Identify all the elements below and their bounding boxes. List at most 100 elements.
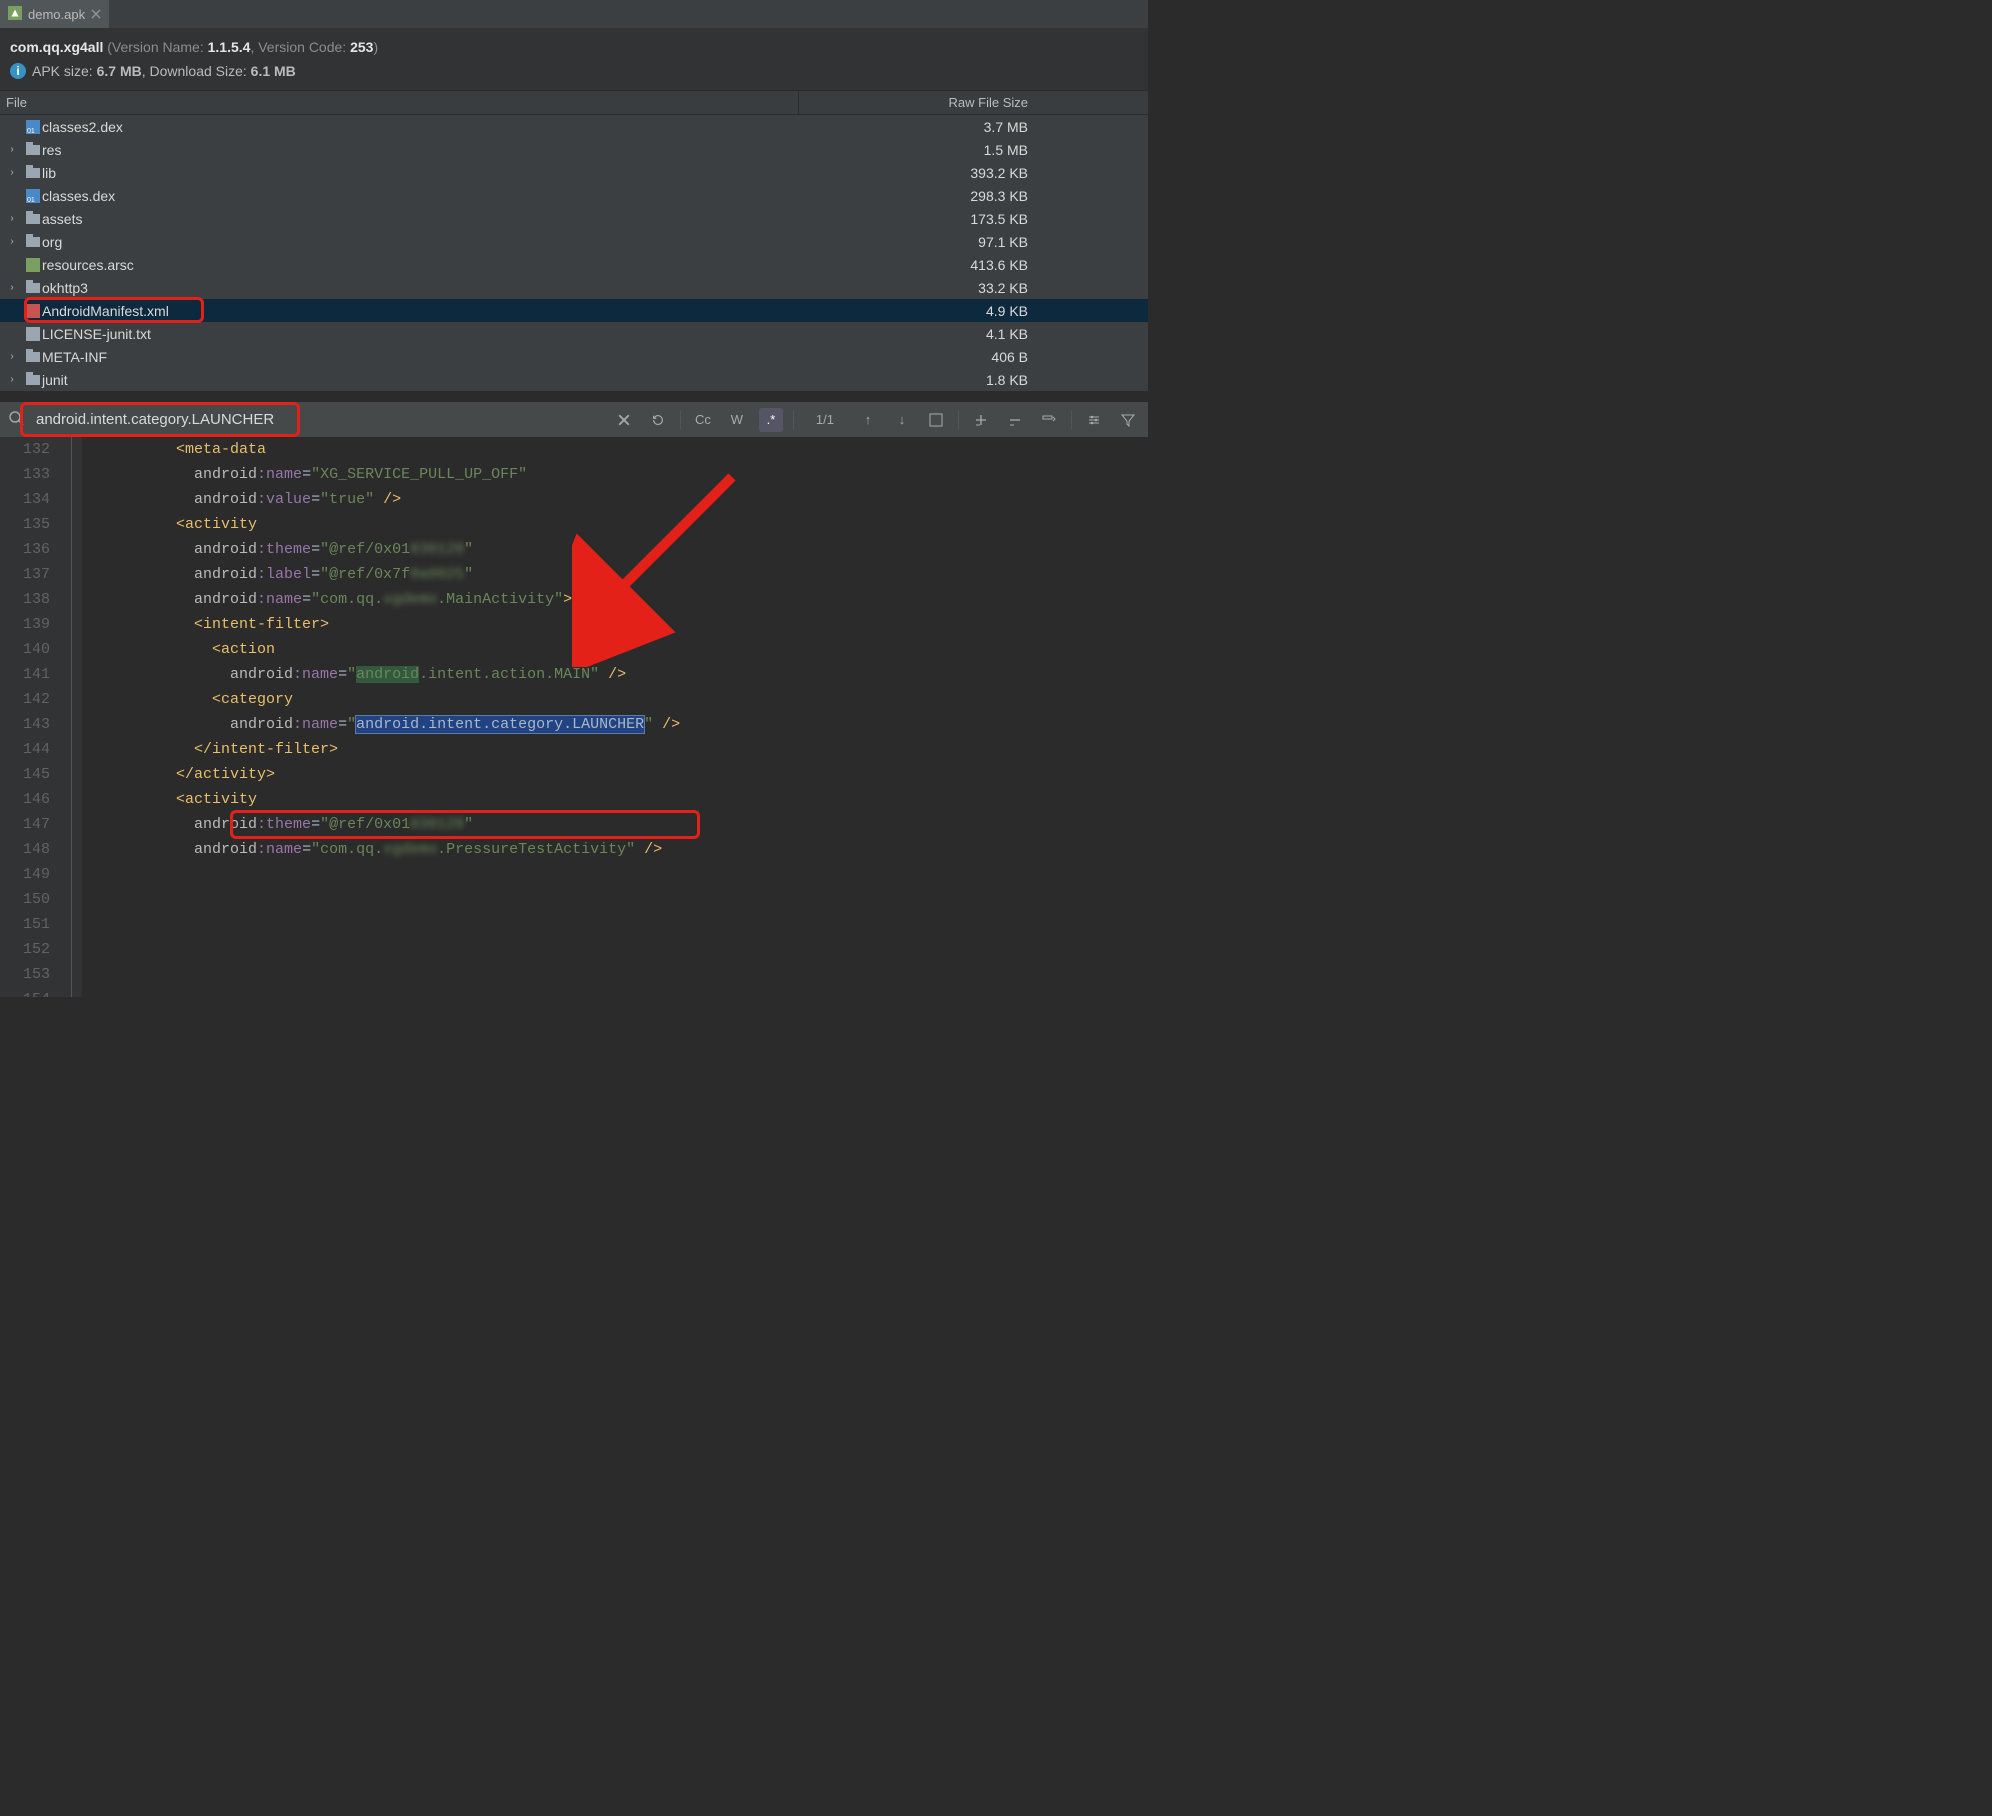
- line-number: 138: [0, 587, 50, 612]
- file-list-header: File Raw File Size: [0, 90, 1148, 115]
- txt-icon: [24, 327, 42, 341]
- line-number: 136: [0, 537, 50, 562]
- line-number: 143: [0, 712, 50, 737]
- file-row[interactable]: LICENSE-junit.txt4.1 KB: [0, 322, 1148, 345]
- next-match-icon[interactable]: ↓: [890, 408, 914, 432]
- apk-info-header: com.qq.xg4all (Version Name: 1.1.5.4, Ve…: [0, 28, 1148, 90]
- code-line[interactable]: android:label="@ref/0x7f0a0025": [86, 562, 1148, 587]
- file-row[interactable]: resources.arsc413.6 KB: [0, 253, 1148, 276]
- code-line[interactable]: <meta-data: [86, 437, 1148, 462]
- file-name: res: [42, 142, 798, 158]
- file-name: assets: [42, 211, 798, 227]
- code-line[interactable]: <activity: [86, 512, 1148, 537]
- code-line[interactable]: android:name="com.qq.xgdemo.MainActivity…: [86, 587, 1148, 612]
- expand-chevron-icon[interactable]: ›: [0, 213, 24, 224]
- folder-icon: [24, 214, 42, 224]
- expand-chevron-icon[interactable]: ›: [0, 144, 24, 155]
- file-size: 298.3 KB: [798, 188, 1148, 204]
- code-line[interactable]: <intent-filter>: [86, 612, 1148, 637]
- expand-chevron-icon[interactable]: ›: [0, 374, 24, 385]
- code-editor[interactable]: 1321331341351361371381391401411421431441…: [0, 437, 1148, 997]
- file-size: 4.9 KB: [798, 303, 1148, 319]
- file-name: META-INF: [42, 349, 798, 365]
- filter-icon[interactable]: [1116, 408, 1140, 432]
- code-line[interactable]: android:name="android.intent.action.MAIN…: [86, 662, 1148, 687]
- fold-column[interactable]: [62, 437, 82, 997]
- code-line[interactable]: android:name="com.qq.xgdemo.PressureTest…: [86, 837, 1148, 862]
- line-number: 132: [0, 437, 50, 462]
- file-row[interactable]: ›org97.1 KB: [0, 230, 1148, 253]
- file-row[interactable]: AndroidManifest.xml4.9 KB: [0, 299, 1148, 322]
- code-line[interactable]: android:name="android.intent.category.LA…: [86, 712, 1148, 737]
- tab-label: demo.apk: [28, 7, 85, 22]
- apk-size: 6.7 MB: [97, 63, 142, 79]
- file-row[interactable]: ›junit1.8 KB: [0, 368, 1148, 391]
- match-case-button[interactable]: Cc: [691, 408, 715, 432]
- search-bar: Cc W .* 1/1 ↑ ↓: [0, 401, 1148, 437]
- download-size: 6.1 MB: [251, 63, 296, 79]
- folder-icon: [24, 283, 42, 293]
- clear-search-icon[interactable]: [612, 408, 636, 432]
- folder-icon: [24, 145, 42, 155]
- file-name: AndroidManifest.xml: [42, 303, 798, 319]
- file-row[interactable]: › res1.5 MB: [0, 138, 1148, 161]
- code-line[interactable]: android:value="true" />: [86, 487, 1148, 512]
- code-line[interactable]: <activity: [86, 787, 1148, 812]
- line-number: 139: [0, 612, 50, 637]
- words-button[interactable]: W: [725, 408, 749, 432]
- folder-icon: [24, 352, 42, 362]
- tab-demo-apk[interactable]: demo.apk: [0, 0, 109, 28]
- file-row[interactable]: classes2.dex3.7 MB: [0, 115, 1148, 138]
- expand-chevron-icon[interactable]: ›: [0, 351, 24, 362]
- file-size: 173.5 KB: [798, 211, 1148, 227]
- prev-match-icon[interactable]: ↑: [856, 408, 880, 432]
- folder-icon: [24, 168, 42, 178]
- file-size: 413.6 KB: [798, 257, 1148, 273]
- col-size[interactable]: Raw File Size: [798, 91, 1148, 114]
- file-list: classes2.dex3.7 MB › res1.5 MB ›lib393.2 KB…: [0, 115, 1148, 391]
- match-count: 1/1: [804, 412, 846, 427]
- close-icon[interactable]: [91, 7, 101, 22]
- file-row[interactable]: classes.dex298.3 KB: [0, 184, 1148, 207]
- folder-icon: [24, 237, 42, 247]
- package-name: com.qq.xg4all: [10, 39, 103, 55]
- col-file[interactable]: File: [0, 91, 798, 114]
- line-number: 144: [0, 737, 50, 762]
- code-line[interactable]: android:name="XG_SERVICE_PULL_UP_OFF": [86, 462, 1148, 487]
- expand-chevron-icon[interactable]: ›: [0, 236, 24, 247]
- file-name: classes2.dex: [42, 119, 798, 135]
- search-input[interactable]: [34, 407, 374, 432]
- code-line[interactable]: </intent-filter>: [86, 737, 1148, 762]
- tab-bar: demo.apk: [0, 0, 1148, 28]
- file-row[interactable]: ›META-INF406 B: [0, 345, 1148, 368]
- code-line[interactable]: <category: [86, 687, 1148, 712]
- file-row[interactable]: › assets173.5 KB: [0, 207, 1148, 230]
- file-size: 33.2 KB: [798, 280, 1148, 296]
- file-size: 4.1 KB: [798, 326, 1148, 342]
- select-all-icon[interactable]: [924, 408, 948, 432]
- file-row[interactable]: ›lib393.2 KB: [0, 161, 1148, 184]
- expand-chevron-icon[interactable]: ›: [0, 167, 24, 178]
- file-name: resources.arsc: [42, 257, 798, 273]
- code-line[interactable]: <action: [86, 637, 1148, 662]
- settings-icon[interactable]: [1082, 408, 1106, 432]
- line-number: 145: [0, 762, 50, 787]
- code-body[interactable]: <meta-data android:name="XG_SERVICE_PULL…: [82, 437, 1148, 997]
- arsc-icon: [24, 258, 42, 272]
- select-occurrences-icon[interactable]: [1037, 408, 1061, 432]
- file-name: classes.dex: [42, 188, 798, 204]
- code-line[interactable]: android:theme="@ref/0x01030128": [86, 537, 1148, 562]
- regex-button[interactable]: .*: [759, 408, 783, 432]
- line-gutter: 1321331341351361371381391401411421431441…: [0, 437, 62, 997]
- add-selection-icon[interactable]: [969, 408, 993, 432]
- file-row[interactable]: ›okhttp333.2 KB: [0, 276, 1148, 299]
- remove-selection-icon[interactable]: [1003, 408, 1027, 432]
- line-number: 140: [0, 637, 50, 662]
- line-number: 154: [0, 987, 50, 997]
- file-size: 1.5 MB: [798, 142, 1148, 158]
- code-line[interactable]: </activity>: [86, 762, 1148, 787]
- line-number: 150: [0, 887, 50, 912]
- code-line[interactable]: android:theme="@ref/0x01030128": [86, 812, 1148, 837]
- history-icon[interactable]: [646, 408, 670, 432]
- expand-chevron-icon[interactable]: ›: [0, 282, 24, 293]
